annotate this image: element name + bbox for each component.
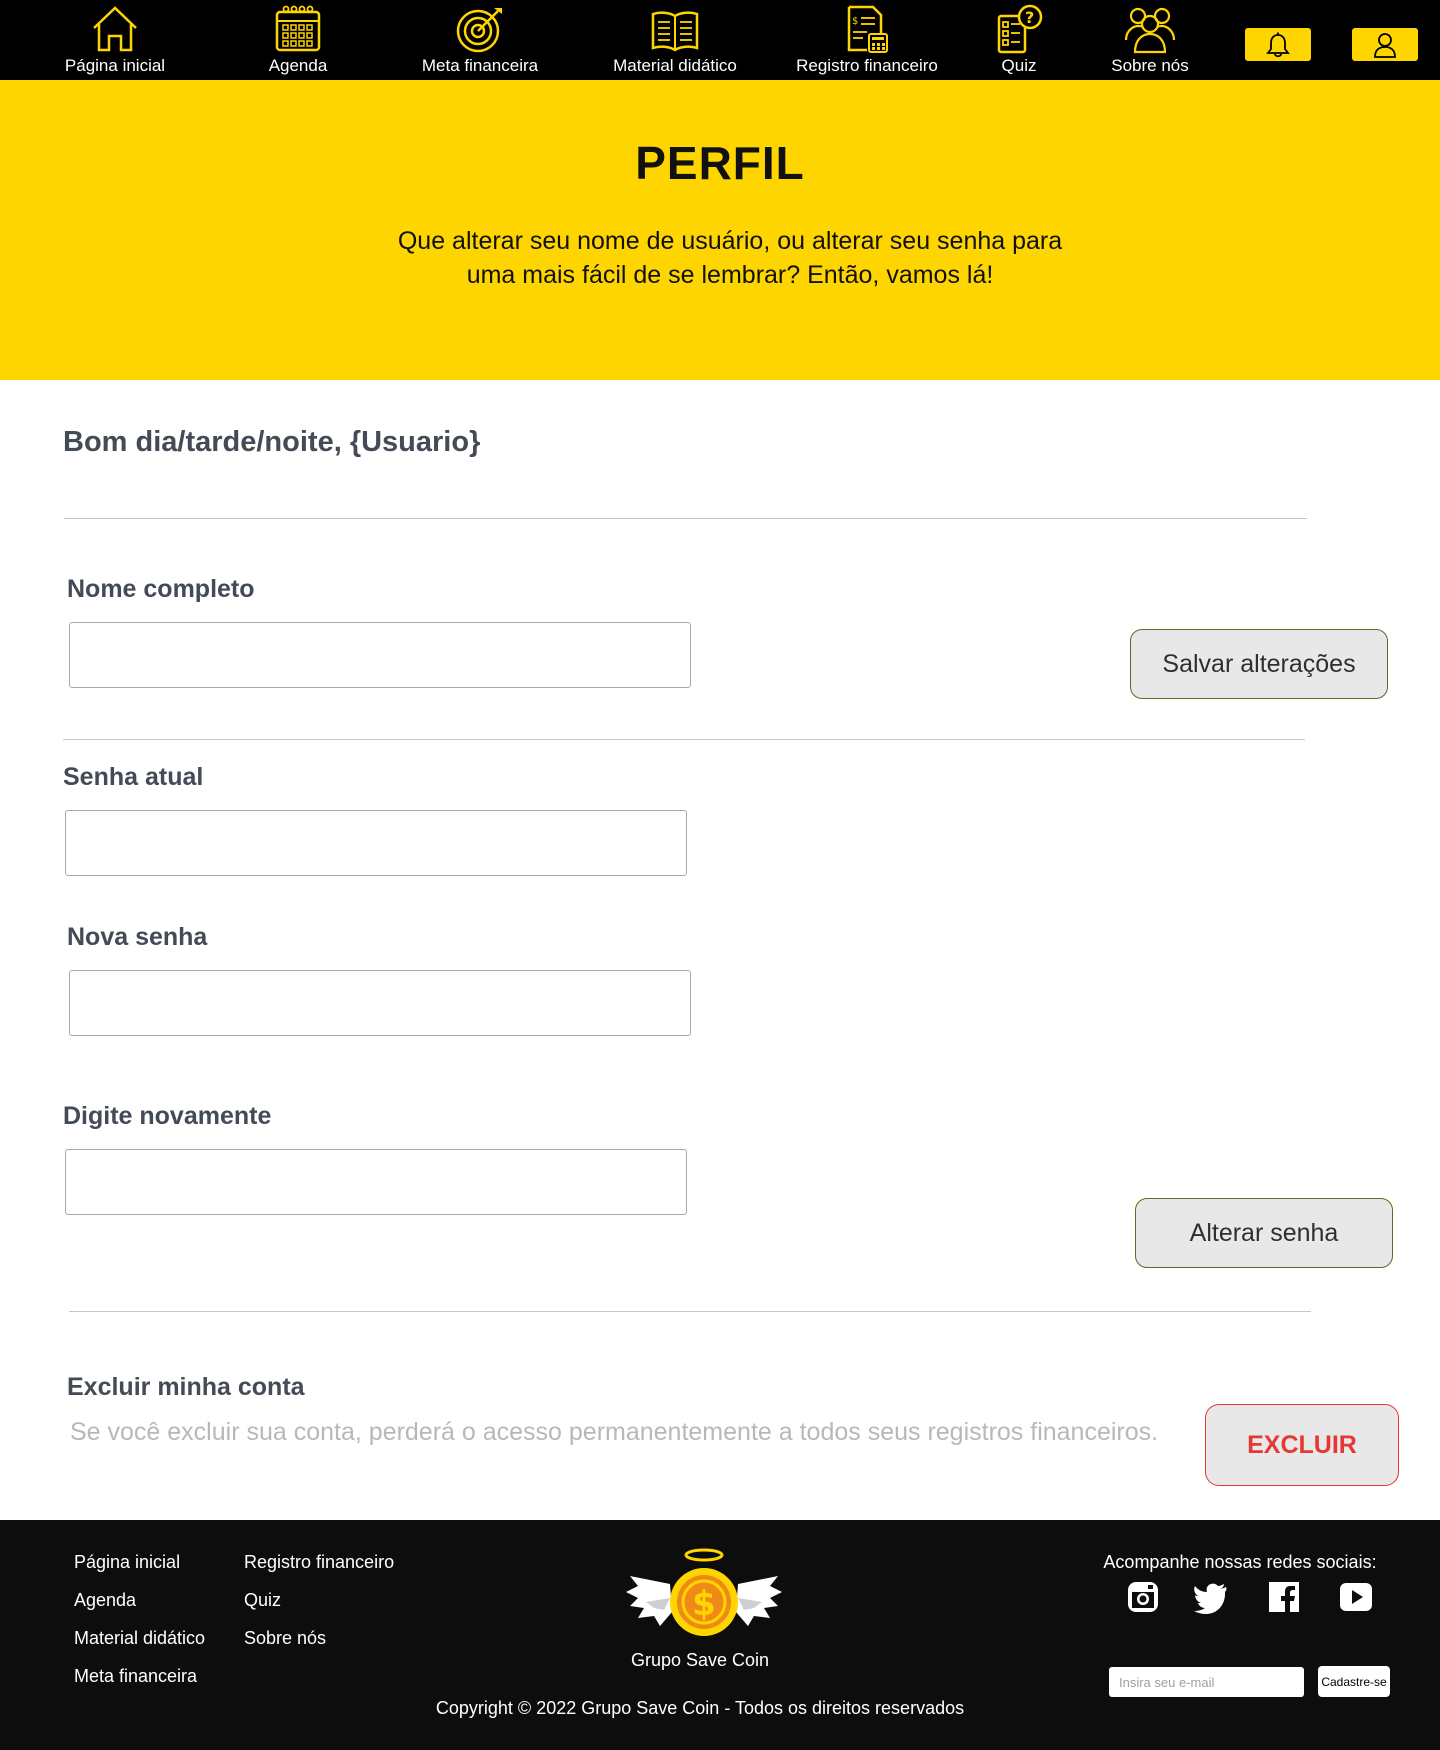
youtube-icon[interactable] [1339,1580,1373,1614]
nav-label-financial-record: Registro financeiro [796,56,938,75]
nav-item-about[interactable]: Sobre nós [1100,4,1200,76]
nav-label-financial-goal: Meta financeira [421,56,539,75]
footer: Página inicial Agenda Material didático … [0,1520,1440,1750]
nav-item-agenda[interactable]: Agenda [248,4,348,76]
divider [69,1311,1311,1312]
current-password-label: Senha atual [63,763,204,791]
notifications-button[interactable] [1245,28,1311,61]
repeat-password-label: Digite novamente [63,1102,272,1130]
svg-text:?: ? [1025,8,1034,27]
page-title: PERFIL [635,137,805,189]
facebook-icon[interactable] [1267,1580,1301,1614]
newsletter-subscribe-button[interactable]: Cadastre-se [1318,1666,1390,1697]
footer-brand-name: Grupo Save Coin [630,1650,770,1670]
nav-label-agenda: Agenda [268,56,328,75]
user-icon [1374,32,1396,58]
svg-text:$: $ [692,1584,716,1624]
profile-button[interactable] [1352,28,1418,61]
delete-account-description: Se você excluir sua conta, perderá o ace… [70,1418,1159,1446]
delete-account-button[interactable]: EXCLUIR [1205,1404,1399,1486]
page-subtitle: Que alterar seu nome de usuário, ou alte… [397,227,1063,289]
quiz-icon: ? [997,4,1043,54]
nav-item-study-material[interactable]: Material didático [602,4,748,76]
divider [64,518,1307,519]
nav-item-financial-record[interactable]: $ Registro financeiro [788,4,946,76]
footer-link-study-material[interactable]: Material didático [74,1628,205,1649]
footer-link-home[interactable]: Página inicial [74,1552,180,1573]
full-name-label: Nome completo [67,575,255,603]
calendar-icon [275,5,321,52]
footer-link-financial-goal[interactable]: Meta financeira [74,1666,197,1687]
current-password-input[interactable] [65,810,687,876]
target-icon [456,8,502,53]
new-password-input[interactable] [69,970,691,1036]
team-icon [1124,7,1176,54]
svg-text:$: $ [852,16,858,27]
greeting-text: Bom dia/tarde/noite, {Usuario} [63,426,481,458]
footer-copyright: Copyright © 2022 Grupo Save Coin - Todos… [435,1698,965,1718]
newsletter-email-input[interactable] [1109,1667,1304,1697]
full-name-input[interactable] [69,622,691,688]
footer-link-quiz[interactable]: Quiz [244,1590,281,1611]
financial-record-icon: $ [847,5,888,53]
new-password-label: Nova senha [67,923,208,951]
nav-label-about: Sobre nós [1111,56,1189,75]
footer-link-agenda[interactable]: Agenda [74,1590,136,1611]
nav-item-quiz[interactable]: ? Quiz [994,4,1044,76]
winged-coin-logo: $ [626,1548,782,1636]
bell-icon [1266,32,1290,57]
social-title: Acompanhe nossas redes sociais: [1103,1552,1377,1572]
book-icon [651,11,699,52]
top-navigation: Página inicial Agenda Meta financeira Ma… [0,0,1440,80]
instagram-icon[interactable] [1126,1580,1160,1614]
divider [63,739,1305,740]
nav-label-home: Página inicial [64,56,166,75]
nav-item-financial-goal[interactable]: Meta financeira [410,4,550,76]
footer-link-about[interactable]: Sobre nós [244,1628,326,1649]
home-icon [93,6,137,52]
nav-label-quiz: Quiz [1001,56,1037,75]
footer-link-financial-record[interactable]: Registro financeiro [244,1552,394,1573]
change-password-button[interactable]: Alterar senha [1135,1198,1393,1268]
profile-hero: PERFIL Que alterar seu nome de usuário, … [0,80,1440,380]
twitter-icon[interactable] [1194,1580,1228,1614]
nav-item-home[interactable]: Página inicial [62,4,168,76]
save-changes-button[interactable]: Salvar alterações [1130,629,1388,699]
delete-account-title: Excluir minha conta [67,1373,305,1401]
nav-label-study-material: Material didático [613,56,737,75]
repeat-password-input[interactable] [65,1149,687,1215]
